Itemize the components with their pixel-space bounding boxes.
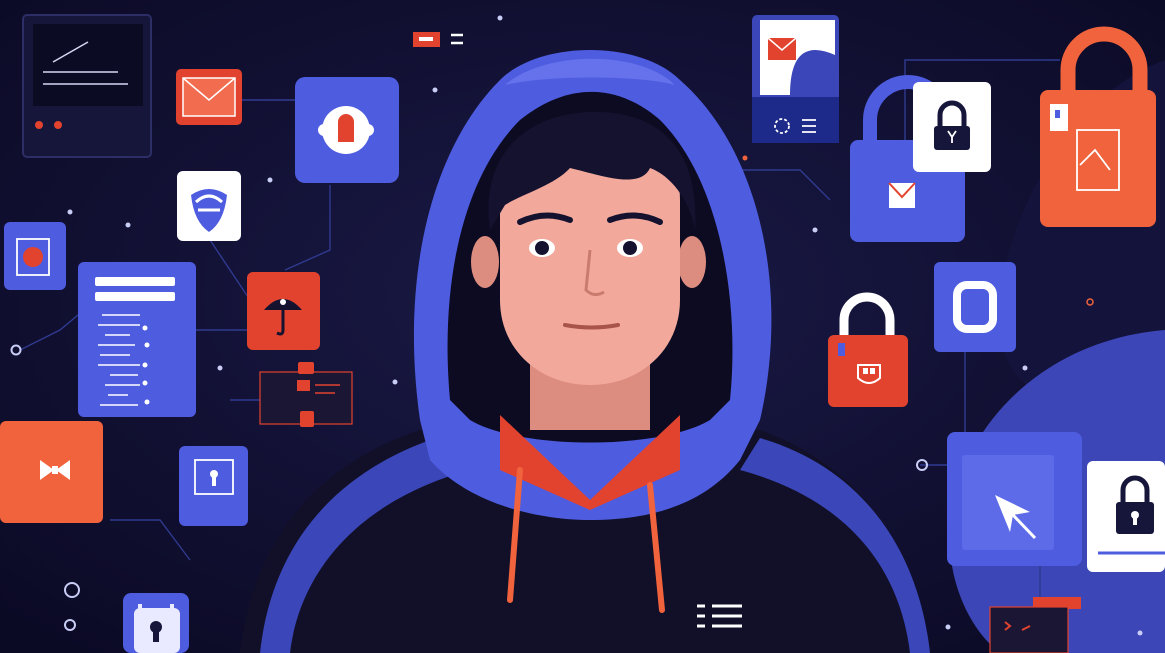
- padlock-icon: [1087, 461, 1165, 572]
- umbrella-icon: [247, 272, 320, 350]
- bow-icon: [0, 421, 103, 523]
- envelope-icon: [176, 69, 242, 125]
- padlock-icon: [123, 593, 189, 653]
- cursor-arrow-icon: [947, 432, 1082, 566]
- record-icon: [4, 222, 66, 290]
- scene: [0, 0, 1165, 653]
- envelope-icon: [752, 15, 839, 143]
- zero-badge-icon: [934, 262, 1016, 352]
- document-icon: [78, 262, 196, 417]
- message-card: [259, 362, 353, 427]
- padlock-icon: [913, 82, 991, 172]
- shield-icon: [177, 171, 241, 241]
- padlock-icon: [179, 446, 248, 526]
- terminal-card: [22, 14, 152, 158]
- keyhole-icon: [295, 77, 399, 183]
